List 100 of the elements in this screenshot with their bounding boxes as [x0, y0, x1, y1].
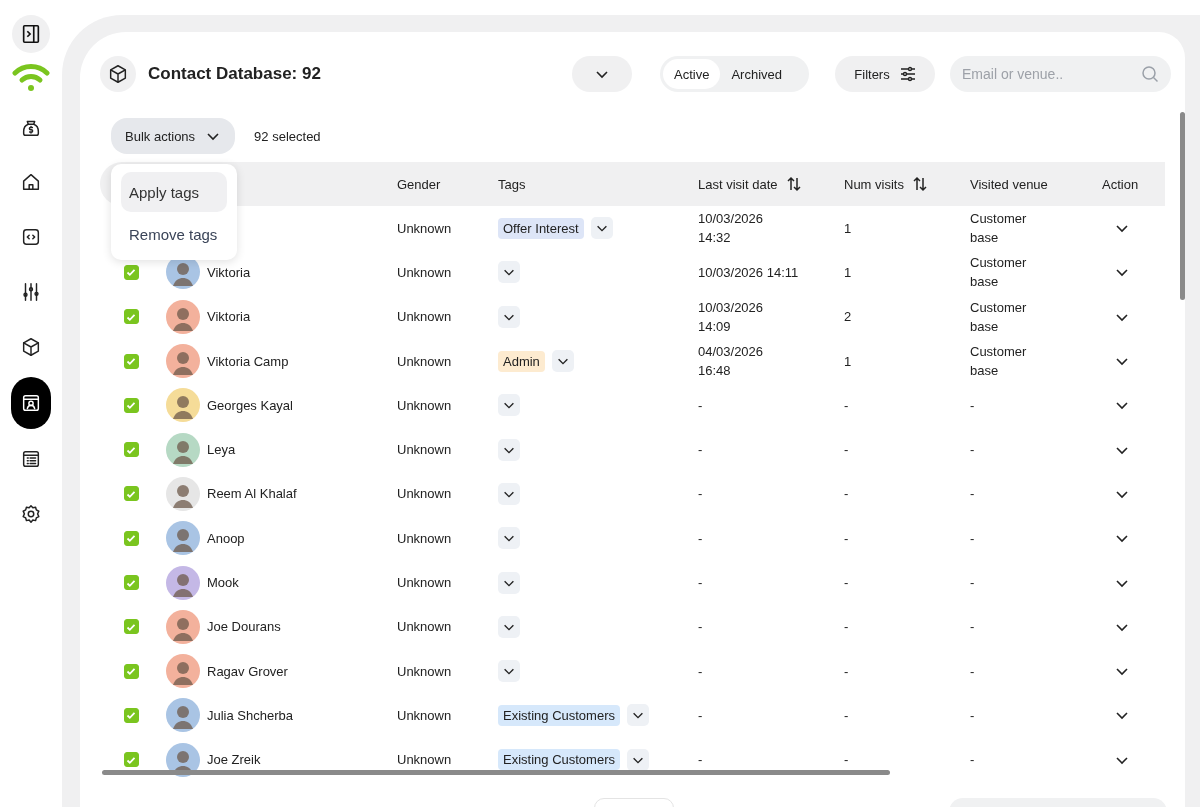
status-tab[interactable]: Active [663, 59, 721, 89]
row-checkbox[interactable] [123, 663, 139, 679]
visits-count: - [844, 619, 849, 635]
last-visit-text: - [698, 441, 704, 460]
sidebar-toggle-button[interactable] [12, 15, 50, 53]
venue-text: Customer base [970, 210, 1028, 248]
row-checkbox[interactable] [123, 353, 139, 369]
contact-name: Joe Dourans [207, 619, 281, 635]
gender-text: Unknown [397, 619, 452, 635]
last-visit-text: - [698, 751, 704, 770]
venue-text: - [970, 396, 976, 415]
nav-contact-card-button[interactable] [11, 377, 51, 429]
tag: Offer Interest [498, 217, 584, 239]
bulk-actions-button[interactable]: Bulk actions [111, 118, 236, 154]
row-checkbox[interactable] [123, 442, 139, 458]
row-checkbox[interactable] [123, 264, 139, 280]
visits-count: - [844, 486, 849, 502]
visits-count: - [844, 442, 849, 458]
venue-text: - [970, 618, 976, 637]
visits-count: 1 [844, 220, 852, 236]
venue-text: - [970, 574, 976, 592]
visits-count: 1 [844, 264, 852, 280]
tag-dropdown-button[interactable] [627, 748, 649, 771]
venue-text: - [970, 662, 976, 681]
sidebar-toggle-icon [20, 23, 42, 45]
last-visit-text: 10/03/2026 [698, 210, 765, 229]
column-header[interactable]: Last visit date [698, 176, 802, 192]
gender-text: Unknown [397, 442, 452, 458]
last-visit-text: - [698, 529, 704, 548]
tag-dropdown-button[interactable] [498, 615, 520, 638]
tag-dropdown-button[interactable] [498, 261, 520, 284]
gender-text: Unknown [397, 264, 452, 280]
last-visit-text: - [698, 618, 704, 637]
last-visit-text: 10/03/2026 14:11 [698, 263, 800, 282]
gender-text: Unknown [397, 530, 452, 546]
last-visit-text: - [698, 662, 704, 681]
tag-dropdown-button[interactable] [551, 350, 574, 373]
row-checkbox[interactable] [123, 530, 139, 546]
row-checkbox[interactable] [123, 309, 139, 325]
last-visit-text: 14:09 [698, 317, 732, 336]
tag-dropdown-button[interactable] [627, 704, 649, 727]
row-checkbox[interactable] [123, 575, 139, 590]
vertical-scrollbar[interactable] [1180, 112, 1185, 300]
column-header[interactable]: Num visits [844, 176, 928, 192]
row-checkbox[interactable] [123, 752, 139, 768]
search-field[interactable]: Email or venue.. [950, 56, 1171, 92]
gender-text: Unknown [397, 486, 452, 502]
cube-icon [100, 56, 136, 92]
list-icon [20, 448, 42, 470]
visits-count: - [844, 752, 849, 768]
menu-item[interactable]: Apply tags [121, 172, 227, 212]
tag: Existing Customers [498, 749, 620, 771]
tag-dropdown-button[interactable] [498, 438, 520, 461]
tag-dropdown-button[interactable] [498, 482, 520, 505]
contact-name: Anoop [207, 530, 245, 546]
row-checkbox[interactable] [123, 486, 139, 502]
venue-text: Customer base [970, 254, 1028, 292]
menu-item[interactable]: Remove tags [121, 214, 227, 254]
contact-name: Viktoria [207, 309, 251, 325]
row-checkbox[interactable] [123, 619, 139, 635]
column-header: Tags [498, 176, 526, 192]
tag-dropdown-button[interactable] [498, 527, 520, 550]
column-header: Action [1102, 176, 1139, 192]
contact-name: Reem Al Khalaf [207, 486, 297, 502]
avatar [166, 565, 200, 600]
avatar [166, 344, 200, 379]
tag-dropdown-button[interactable] [498, 571, 520, 594]
tag: Admin [498, 350, 545, 372]
status-tab[interactable]: Archived [720, 59, 793, 89]
visits-count: - [844, 707, 849, 723]
venue-text: - [970, 706, 976, 725]
last-visit-text: 16:48 [698, 362, 732, 381]
gender-text: Unknown [397, 663, 452, 679]
contact-name: Viktoria Camp [207, 353, 289, 369]
contact-name: Mook [207, 575, 239, 590]
venue-text: - [970, 751, 976, 770]
row-checkbox[interactable] [123, 707, 139, 723]
tag-dropdown-button[interactable] [590, 217, 613, 240]
gender-text: Unknown [397, 220, 452, 236]
tag-dropdown-button[interactable] [498, 305, 520, 328]
visits-count: - [844, 397, 849, 413]
last-visit-text: - [698, 485, 704, 504]
contact-name: Julia Shcherba [207, 707, 293, 723]
sort-icon [911, 176, 928, 192]
home-icon [20, 171, 42, 193]
gender-text: Unknown [397, 353, 452, 369]
venue-text: Customer base [970, 298, 1028, 336]
last-visit-text: - [698, 396, 704, 415]
avatar [166, 476, 200, 511]
horizontal-scrollbar[interactable] [102, 770, 890, 775]
row-checkbox[interactable] [123, 397, 139, 413]
filters-button[interactable]: Filters [835, 56, 935, 92]
search-icon [1141, 65, 1159, 83]
tag-dropdown-button[interactable] [498, 660, 520, 683]
tag-dropdown-button[interactable] [498, 394, 520, 417]
last-visit-text: 10/03/2026 [698, 298, 765, 317]
avatar [166, 698, 200, 733]
visits-count: - [844, 575, 849, 590]
cube-icon [20, 336, 42, 358]
visits-count: 1 [844, 353, 852, 369]
